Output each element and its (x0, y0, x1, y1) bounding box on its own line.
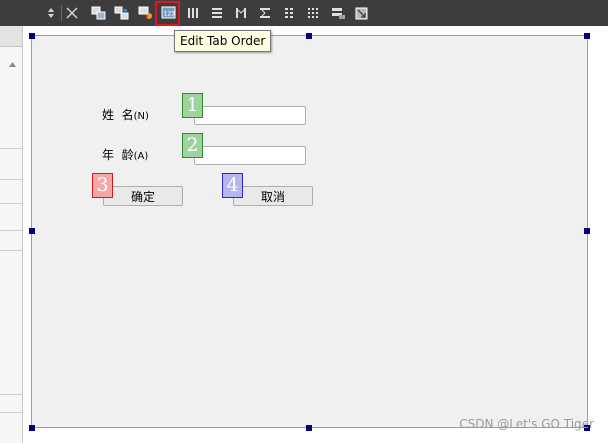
panel-divider (0, 250, 22, 251)
ok-button[interactable]: 确定 (103, 186, 183, 206)
panel-divider (0, 148, 22, 149)
resize-handle-right[interactable] (584, 228, 590, 234)
resize-handle-bottom-left[interactable] (29, 425, 35, 431)
toolbar-separator (61, 5, 62, 21)
layout-horizontal-icon[interactable] (186, 5, 200, 21)
break-layout-grid-icon[interactable] (330, 5, 346, 21)
left-side-panel (0, 26, 23, 443)
panel-divider (0, 230, 22, 231)
name-label: 姓 名(N) (102, 106, 149, 123)
layout-vertical-splitter-icon[interactable] (258, 5, 272, 21)
tab-order-marker-3[interactable]: 3 (92, 173, 113, 198)
panel-divider (0, 203, 22, 204)
layout-grid-icon[interactable] (306, 5, 320, 21)
layout-horizontal-splitter-icon[interactable] (234, 5, 248, 21)
resize-handle-top-left[interactable] (29, 33, 35, 39)
resize-handle-left[interactable] (29, 228, 35, 234)
adjust-size-icon[interactable] (354, 5, 368, 21)
active-tool-highlight (155, 1, 180, 26)
tab-order-marker-4[interactable]: 4 (222, 173, 243, 198)
age-input[interactable] (194, 146, 306, 165)
panel-divider (0, 412, 22, 413)
spinbox-arrows-icon[interactable] (45, 5, 57, 21)
age-label: 年 龄(A) (102, 146, 148, 163)
age-mnemonic: (A) (133, 151, 149, 162)
scroll-up-icon[interactable] (9, 52, 16, 71)
tab-order-marker-2[interactable]: 2 (182, 133, 203, 158)
designed-form[interactable]: 姓 名(N) 年 龄(A) 确定 取消 1 2 3 4 (31, 35, 588, 428)
name-label-text: 姓 名 (102, 108, 134, 122)
name-mnemonic: (N) (133, 111, 149, 122)
layout-vertical-icon[interactable] (210, 5, 224, 21)
left-panel-header (0, 26, 22, 47)
layout-form-icon[interactable] (283, 5, 295, 21)
edit-buddies-icon[interactable] (137, 5, 153, 21)
watermark: CSDN @Let's GO Tiger (459, 417, 594, 431)
designer-toolbar: 123 (0, 0, 608, 26)
resize-handle-top[interactable] (306, 33, 312, 39)
edit-signals-slots-icon[interactable] (113, 5, 129, 21)
break-layout-icon[interactable] (65, 5, 79, 21)
age-label-text: 年 龄 (102, 148, 134, 162)
name-input[interactable] (194, 106, 306, 125)
cancel-button[interactable]: 取消 (233, 186, 313, 206)
panel-divider (0, 179, 22, 180)
resize-handle-bottom[interactable] (306, 425, 312, 431)
edit-widgets-icon[interactable] (90, 5, 106, 21)
resize-handle-top-right[interactable] (584, 33, 590, 39)
panel-divider (0, 394, 22, 395)
tab-order-marker-1[interactable]: 1 (182, 93, 203, 118)
tooltip: Edit Tab Order (174, 30, 272, 52)
